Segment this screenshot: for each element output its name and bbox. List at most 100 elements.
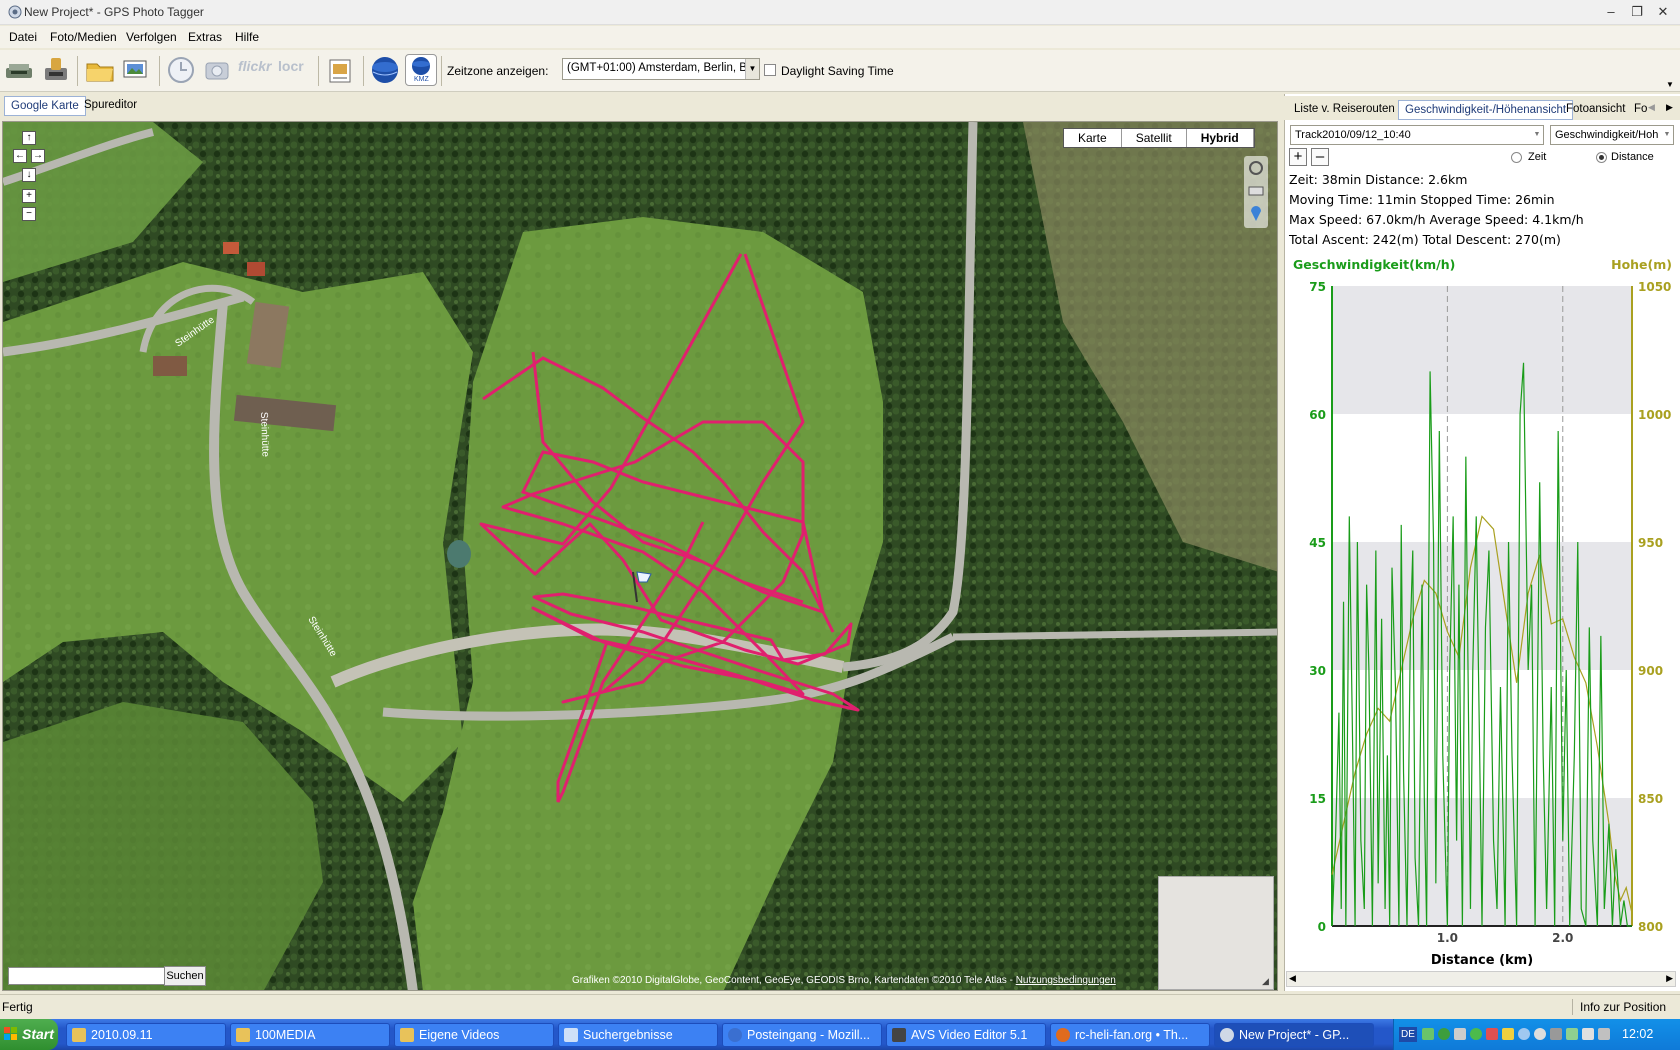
y-right-tick-label: 800 [1638,920,1663,934]
pan-right-icon[interactable]: → [31,149,45,163]
tray-update-icon[interactable] [1438,1028,1450,1040]
dst-checkbox[interactable] [764,64,776,76]
timezone-label: Zeitzone anzeigen: [447,64,549,78]
tab-reiserouten[interactable]: Liste v. Reiserouten [1288,100,1401,120]
map-type-switch: Karte Satellit Hybrid [1063,128,1255,148]
tray-messenger-icon[interactable] [1534,1028,1546,1040]
task-suchergebnisse[interactable]: Suchergebnisse [558,1023,718,1047]
terms-link[interactable]: Nutzungsbedingungen [1016,975,1116,986]
zoom-out-icon[interactable]: − [22,207,36,221]
remove-track-button[interactable]: – [1311,148,1329,166]
menu-foto-medien[interactable]: Foto/Medien [50,30,117,44]
radio-zeit[interactable] [1511,152,1522,163]
maximize-button[interactable]: ❐ [1628,4,1646,20]
map-copyright: Grafiken ©2010 DigitalGlobe, GeoContent,… [572,975,1116,986]
folder-icon [400,1028,414,1042]
layers-icon[interactable] [1248,182,1264,198]
pin-icon[interactable] [1248,204,1264,222]
search-results-icon [564,1028,578,1042]
task-100media[interactable]: 100MEDIA [230,1023,390,1047]
radio-distance[interactable] [1596,152,1607,163]
menu-verfolgen[interactable]: Verfolgen [126,30,177,44]
tray-power-icon[interactable] [1598,1028,1610,1040]
menu-datei[interactable]: Datei [9,30,37,44]
open-folder-icon[interactable] [84,54,116,86]
tab-fotoansicht[interactable]: Fotoansicht [1560,100,1631,120]
task-eigene-videos[interactable]: Eigene Videos [394,1023,554,1047]
folder-icon [236,1028,250,1042]
chart-horizontal-scrollbar[interactable]: ◀ ▶ [1286,971,1676,987]
menu-extras[interactable]: Extras [188,30,222,44]
tab-geschwindigkeit[interactable]: Geschwindigkeit-/Höhenansicht [1398,100,1574,120]
locr-icon[interactable]: locr [278,54,310,86]
y-right-tick-label: 850 [1638,792,1663,806]
task-posteingang[interactable]: Posteingang - Mozill... [722,1023,882,1047]
track-select[interactable]: Track2010/09/12_10:40 ▼ [1290,125,1544,145]
speed-elevation-chart[interactable]: Geschwindigkeit(km/h) Hohe(m) 1.0 2.0 75 60… [1286,254,1678,970]
satellite-map[interactable]: Steinhütte Steinhütte Steinhütte [3,122,1278,991]
pan-up-icon[interactable]: ↑ [22,131,36,145]
start-button[interactable]: Start [0,1019,58,1050]
task-rc-heli-fan[interactable]: rc-heli-fan.org • Th... [1050,1023,1210,1047]
y-right-label: Hohe(m) [1611,257,1672,272]
gps-device-icon[interactable] [39,54,71,86]
overview-map[interactable] [1158,876,1274,990]
resize-grip-icon[interactable]: ◢ [1262,976,1274,988]
task-new-project[interactable]: New Project* - GP... [1214,1023,1374,1047]
export-icon[interactable] [324,54,356,86]
menu-hilfe[interactable]: Hilfe [235,30,259,44]
clock-icon[interactable] [165,54,197,86]
tab-scroll-left-icon[interactable]: ◀ [1648,102,1655,113]
tray-network-icon[interactable] [1422,1028,1434,1040]
tray-antivirus-icon[interactable] [1486,1028,1498,1040]
chart-band [1332,414,1632,542]
stat-ascent: Total Ascent: 242(m) Total Descent: 270(… [1289,232,1561,247]
chevron-down-icon[interactable]: ▼ [1661,126,1673,144]
photos-icon[interactable] [120,54,152,86]
map-search-input[interactable] [8,967,166,985]
pan-left-icon[interactable]: ← [13,149,27,163]
tab-scroll-right-icon[interactable]: ▶ [1666,102,1673,113]
tray-sync-icon[interactable] [1566,1028,1578,1040]
metric-select[interactable]: Geschwindigkeit/Hoh ▼ [1550,125,1674,145]
language-indicator[interactable]: DE [1399,1027,1417,1042]
toolbar-overflow-icon[interactable]: ▼ [1666,80,1678,90]
task-avs-video-editor[interactable]: AVS Video Editor 5.1 [886,1023,1046,1047]
import-gps-icon[interactable] [3,54,35,86]
add-track-button[interactable]: + [1289,148,1307,166]
pan-down-icon[interactable]: ↓ [22,168,36,182]
flickr-icon[interactable]: flickr [238,54,271,86]
timezone-select[interactable]: (GMT+01:00) Amsterdam, Berlin, Bern ▼ [562,58,760,80]
kmz-export-icon[interactable]: KMZ [405,54,437,86]
y-right-tick-label: 1050 [1638,280,1671,294]
tray-alert-icon[interactable] [1502,1028,1514,1040]
map-type-karte[interactable]: Karte [1064,129,1122,147]
map-type-hybrid[interactable]: Hybrid [1187,129,1254,147]
x-axis-label: Distance (km) [1431,953,1533,968]
scroll-left-icon[interactable]: ◀ [1289,973,1296,984]
tray-monitor-icon[interactable] [1454,1028,1466,1040]
y-left-tick-label: 60 [1309,408,1326,422]
chevron-down-icon[interactable]: ▼ [1531,126,1543,144]
scroll-right-icon[interactable]: ▶ [1666,973,1673,984]
tray-volume-icon[interactable] [1582,1028,1594,1040]
zoom-in-icon[interactable]: + [22,189,36,203]
tray-bluetooth-icon[interactable] [1518,1028,1530,1040]
camera-icon[interactable] [201,54,233,86]
tab-google-karte[interactable]: Google Karte [4,96,86,116]
map-search-button[interactable]: Suchen [164,966,206,986]
dst-label: Daylight Saving Time [781,64,894,78]
map-type-satellit[interactable]: Satellit [1122,129,1187,147]
google-earth-icon[interactable] [369,54,401,86]
y-right-tick-label: 1000 [1638,408,1671,422]
chevron-down-icon[interactable]: ▼ [745,59,759,79]
refresh-icon[interactable] [1248,160,1264,176]
tab-spureditor[interactable]: Spureditor [78,96,143,116]
task-2010-09-11[interactable]: 2010.09.11 [66,1023,226,1047]
folder-icon [72,1028,86,1042]
map-view[interactable]: Steinhütte Steinhütte Steinhütte [2,121,1278,991]
close-button[interactable]: ✕ [1654,4,1672,20]
minimize-button[interactable]: – [1602,4,1620,20]
tray-skype-icon[interactable] [1470,1028,1482,1040]
tray-usb-icon[interactable] [1550,1028,1562,1040]
